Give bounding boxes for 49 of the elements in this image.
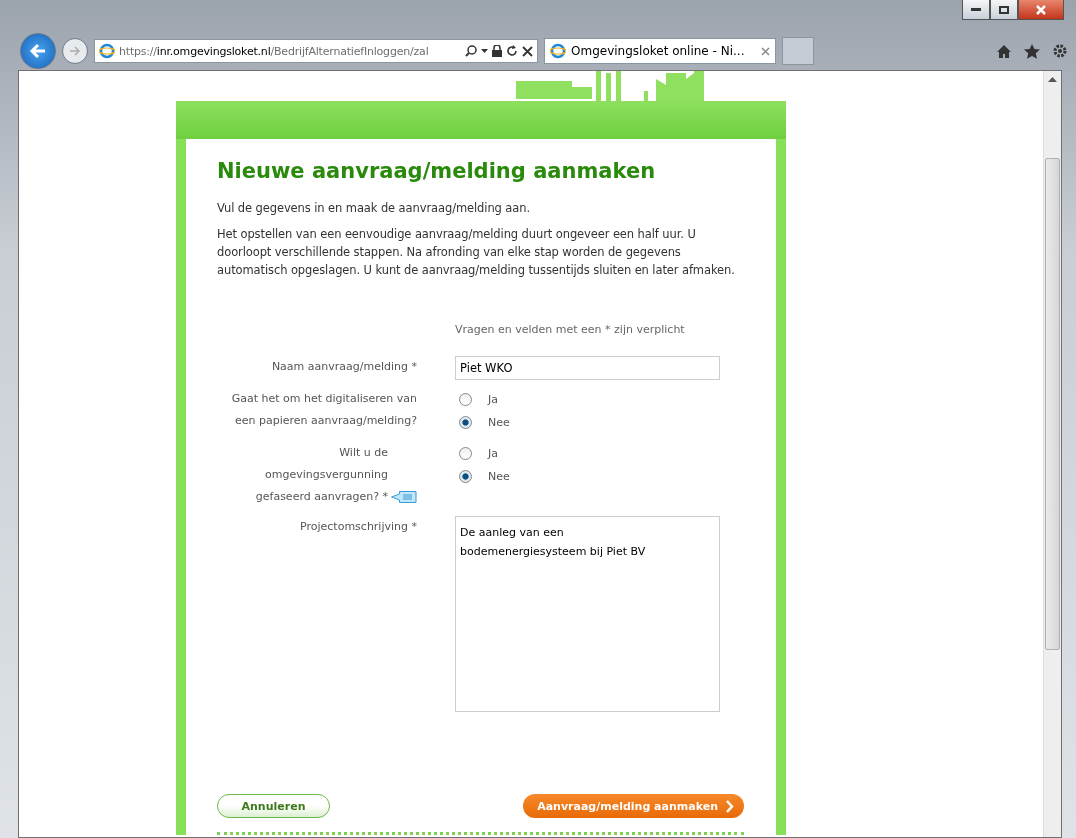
radio-label: Nee <box>488 416 510 429</box>
forward-button[interactable] <box>62 38 88 64</box>
name-input-field[interactable]: Piet WKO <box>455 356 720 380</box>
browser-icon <box>99 43 115 59</box>
minimize-icon <box>971 8 981 11</box>
radio-button[interactable] <box>459 416 472 429</box>
lock-icon <box>492 45 502 57</box>
star-icon[interactable] <box>1024 43 1040 59</box>
chevron-icon <box>726 799 734 813</box>
radio-label: Ja <box>488 447 498 460</box>
page-title: Nieuwe aanvraag/melding aanmaken <box>217 159 657 183</box>
settings-icon[interactable] <box>1052 43 1068 59</box>
description-text: Het opstellen van een eenvoudige aanvraag/melding duurt ongeveer een half uur. U doorloopt verschillende stappen. Na afronding van elke stap worden de gegevens automatisch opgeslagen. U kunt de aanvraag/melding tussentijds sluiten en later afmaken. <box>217 226 736 279</box>
tab-title: Omgevingsloket online - Ni... <box>571 44 746 58</box>
address-bar[interactable]: https://inr.omgevingsloket.nl/BedrijfAlternatiefInloggen/zal <box>94 39 538 63</box>
home-icon[interactable] <box>996 43 1012 59</box>
description-text-area[interactable]: De aanleg van een bodemenergiesysteem bij Piet BV <box>455 516 720 712</box>
refresh-icon[interactable] <box>506 45 518 57</box>
field-label: Naam aanvraag/melding * <box>270 359 417 375</box>
maximize-button[interactable] <box>990 0 1018 20</box>
scrollbar[interactable] <box>1043 71 1061 837</box>
browser-icon <box>550 43 566 59</box>
scroll-thumb[interactable] <box>1045 158 1060 650</box>
field-label: Projectomschrijving * <box>299 519 417 535</box>
search-icon[interactable] <box>465 45 477 57</box>
arrow-left-icon <box>29 43 47 59</box>
field-label: Wilt u de omgevingsvergunning gefaseerd aanvragen? * <box>254 445 388 505</box>
help-icon[interactable] <box>391 490 417 504</box>
maximize-icon <box>999 5 1009 14</box>
arrow-right-icon <box>69 46 81 56</box>
radio-button[interactable] <box>459 393 472 406</box>
back-button[interactable] <box>20 33 56 69</box>
stop-icon[interactable] <box>522 45 533 57</box>
scroll-up-icon[interactable] <box>1048 77 1057 82</box>
close-icon[interactable] <box>761 46 770 56</box>
close-icon <box>1036 4 1046 15</box>
minimize-button[interactable] <box>962 0 990 20</box>
field-label: Gaat het om het digitaliseren van een papieren aanvraag/melding? <box>230 391 417 429</box>
cancel-button[interactable]: Annuleren <box>217 794 330 818</box>
required-note: Vragen en velden met een * zijn verplicht <box>455 323 686 336</box>
radio-label: Nee <box>488 470 510 483</box>
browser-tab[interactable]: Omgevingsloket online - Ni... <box>544 38 776 64</box>
url-text: https://inr.omgevingsloket.nl/BedrijfAlternatiefInloggen/zal <box>119 44 430 58</box>
intro-text: Vul de gegevens in en maak de aanvraag/melding aan. <box>217 200 531 217</box>
close-button[interactable] <box>1018 0 1064 20</box>
radio-label: Ja <box>488 393 498 406</box>
radio-button[interactable] <box>459 470 472 483</box>
radio-button[interactable] <box>459 447 472 460</box>
caret-icon[interactable] <box>481 49 488 53</box>
